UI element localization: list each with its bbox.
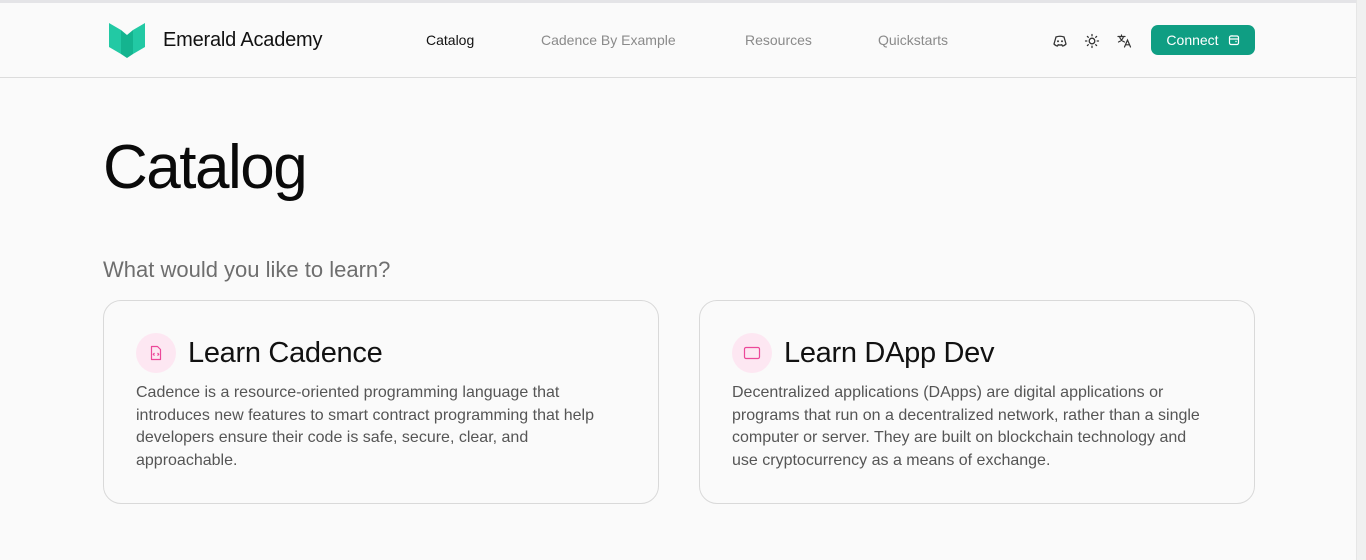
top-navbar: Emerald Academy Catalog Cadence By Examp… xyxy=(0,3,1356,78)
card-title: Learn DApp Dev xyxy=(784,337,995,369)
card-description: Cadence is a resource-oriented programmi… xyxy=(136,384,594,470)
translate-icon[interactable] xyxy=(1115,32,1133,50)
sun-icon[interactable] xyxy=(1083,32,1101,50)
nav-quickstarts[interactable]: Quickstarts xyxy=(878,32,948,48)
card-title: Learn Cadence xyxy=(188,337,383,369)
emerald-logo-icon xyxy=(109,23,145,58)
wallet-icon xyxy=(1228,35,1239,46)
catalog-question: What would you like to learn? xyxy=(103,257,391,282)
connect-label: Connect xyxy=(1166,32,1219,48)
window-icon xyxy=(732,333,772,373)
card-description: Decentralized applications (DApps) are d… xyxy=(732,384,1200,470)
card-learn-dapp-dev[interactable]: Learn DApp Dev Decentralized application… xyxy=(699,300,1255,504)
nav-catalog[interactable]: Catalog xyxy=(426,32,474,48)
nav-resources[interactable]: Resources xyxy=(745,32,812,48)
nav-cadence-by-example[interactable]: Cadence By Example xyxy=(541,32,676,48)
code-file-icon xyxy=(136,333,176,373)
discord-icon[interactable] xyxy=(1051,32,1069,50)
page-title: Catalog xyxy=(103,133,308,202)
brand-name: Emerald Academy xyxy=(163,29,323,51)
card-learn-cadence[interactable]: Learn Cadence Cadence is a resource-orie… xyxy=(103,300,659,504)
connect-button[interactable]: Connect xyxy=(1151,25,1255,55)
scrollbar[interactable] xyxy=(1356,0,1366,560)
